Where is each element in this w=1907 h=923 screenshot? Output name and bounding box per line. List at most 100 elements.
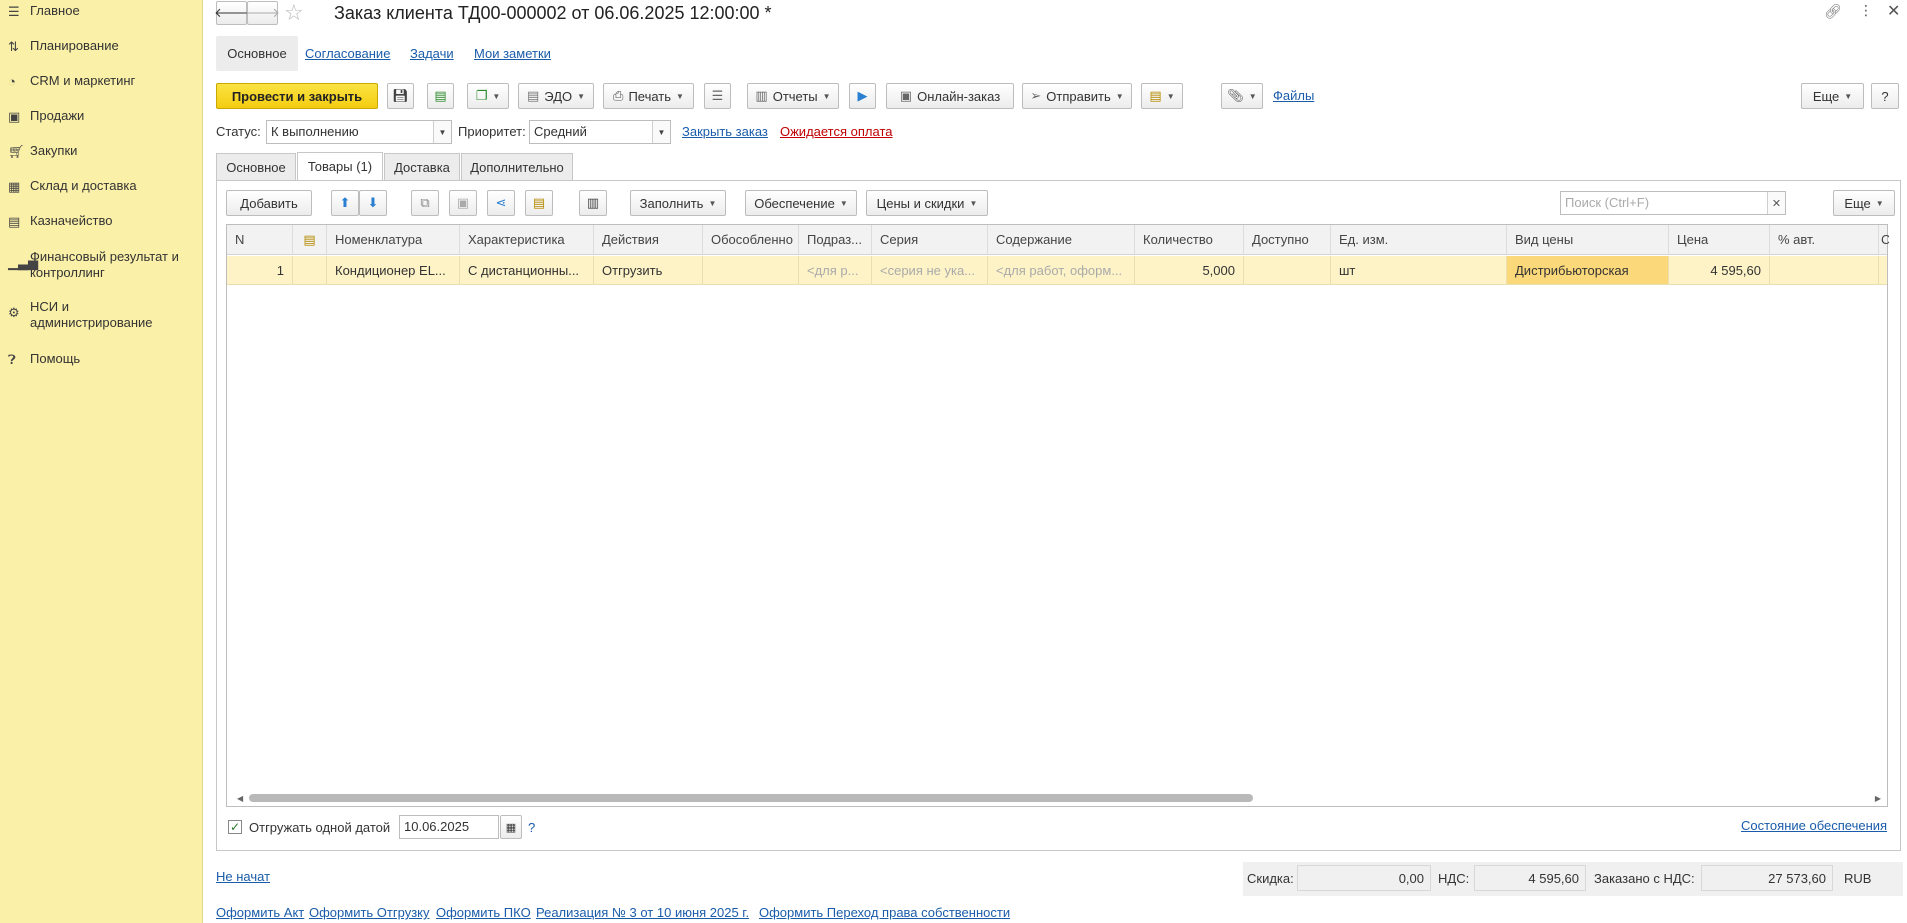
barcode-button[interactable]: ▥ — [579, 190, 607, 216]
sidebar-item-finance[interactable]: ▁▃▅ Финансовый результат и контроллинг — [0, 249, 200, 281]
attachments-button[interactable]: 📎︎ ▼ — [1221, 83, 1263, 109]
cell-content[interactable]: <для работ, оформ... — [988, 256, 1135, 284]
cell-icon[interactable] — [293, 256, 327, 284]
scrollbar-thumb[interactable] — [249, 794, 1253, 802]
move-down-button[interactable]: ⬇ — [359, 190, 387, 216]
more-vertical-icon[interactable]: ⋮ — [1859, 2, 1873, 19]
sidebar-item-treasury[interactable]: ▤ Казначейство — [0, 213, 120, 230]
tab-extra[interactable]: Дополнительно — [461, 153, 573, 180]
ship-date-help[interactable]: ? — [528, 820, 535, 835]
sidebar-item-nsi[interactable]: ⚙ НСИ и администрирование — [0, 299, 200, 331]
column-header[interactable]: Номенклатура — [327, 225, 460, 254]
favorite-star-icon[interactable]: ☆ — [284, 0, 304, 26]
chevron-down-icon[interactable]: ▼ — [433, 121, 451, 143]
sidebar-item-crm[interactable]: ◔ CRM и маркетинг — [0, 73, 143, 89]
column-header[interactable]: С — [1879, 225, 1889, 254]
sidebar-item-warehouse[interactable]: ▦ Склад и доставка — [0, 178, 145, 195]
column-header[interactable]: N — [227, 225, 293, 254]
awaiting-payment-link[interactable]: Ожидается оплата — [780, 124, 892, 139]
tab-delivery[interactable]: Доставка — [384, 153, 460, 180]
paste-button[interactable]: ▣ — [449, 190, 477, 216]
forward-button[interactable]: 🡒 — [245, 1, 280, 25]
column-header[interactable]: Доступно — [1244, 225, 1331, 254]
cell-series[interactable]: <серия не ука... — [872, 256, 988, 284]
add-button[interactable]: Добавить — [226, 190, 312, 216]
create-based-on-button[interactable]: ❐ ▼ — [467, 83, 509, 109]
reports-button[interactable]: ▥ Отчеты ▼ — [747, 83, 839, 109]
cell-quantity[interactable]: 5,000 — [1135, 256, 1244, 284]
column-header[interactable]: Содержание — [988, 225, 1135, 254]
sidebar-item-purchases[interactable]: 🛒︎ Закупки — [0, 143, 85, 160]
clear-search-icon[interactable]: ✕ — [1767, 192, 1785, 214]
cell-separate[interactable] — [703, 256, 799, 284]
sidebar-item-help[interactable]: ❓︎ Помощь — [0, 351, 88, 368]
priority-select[interactable]: Средний ▼ — [529, 120, 671, 144]
cell-price-type[interactable]: Дистрибьюторская — [1507, 256, 1669, 284]
scroll-right-icon[interactable]: ▶ — [1875, 794, 1881, 803]
tab-goods[interactable]: Товары (1) — [297, 152, 383, 180]
save-button[interactable]: 💾︎ — [387, 83, 414, 109]
copy-button[interactable]: ⧉ — [411, 190, 439, 216]
more-button[interactable]: Еще ▼ — [1801, 83, 1864, 109]
realization-link[interactable]: Реализация № 3 от 10 июня 2025 г. — [536, 905, 749, 920]
cell-nomenclature[interactable]: Кондиционер EL... — [327, 256, 460, 284]
close-order-link[interactable]: Закрыть заказ — [682, 124, 768, 139]
post-button[interactable]: ▤ — [427, 83, 454, 109]
nav-tab-notes[interactable]: Мои заметки — [474, 46, 551, 61]
column-header[interactable]: Цена — [1669, 225, 1770, 254]
online-order-button[interactable]: ▣ Онлайн-заказ — [886, 83, 1014, 109]
grid-more-button[interactable]: Еще ▼ — [1833, 190, 1895, 216]
calendar-button[interactable]: ▦ — [500, 815, 522, 839]
back-button[interactable]: 🡐 — [214, 1, 249, 25]
column-header[interactable]: Обособленно — [703, 225, 799, 254]
horizontal-scrollbar[interactable] — [237, 794, 1877, 802]
make-pko-link[interactable]: Оформить ПКО — [436, 905, 531, 920]
attach-doc-button[interactable]: ▤ ▼ — [1141, 83, 1183, 109]
cell-division[interactable]: <для р... — [799, 256, 872, 284]
column-header[interactable]: Действия — [594, 225, 703, 254]
help-button[interactable]: ? — [1871, 83, 1899, 109]
post-and-close-button[interactable]: Провести и закрыть — [216, 83, 378, 109]
nav-tab-tasks[interactable]: Задачи — [410, 46, 454, 61]
selection-button[interactable]: ▤ — [525, 190, 553, 216]
cell-price[interactable]: 4 595,60 — [1669, 256, 1770, 284]
status-select[interactable]: К выполнению ▼ — [266, 120, 452, 144]
sidebar-item-planning[interactable]: ⇅ Планирование — [0, 38, 127, 55]
prices-discounts-button[interactable]: Цены и скидки ▼ — [866, 190, 988, 216]
run-button[interactable]: ▶ — [849, 83, 876, 109]
column-header-icon[interactable]: ▤ — [293, 225, 327, 254]
send-button[interactable]: ➢ Отправить ▼ — [1022, 83, 1132, 109]
search-input[interactable]: Поиск (Ctrl+F) ✕ — [1560, 191, 1786, 215]
column-header[interactable]: Подраз... — [799, 225, 872, 254]
ownership-transfer-link[interactable]: Оформить Переход права собственности — [759, 905, 1010, 920]
nav-tab-approval[interactable]: Согласование — [305, 46, 390, 61]
document-structure-button[interactable]: ☰ — [704, 83, 731, 109]
column-header[interactable]: % авт. — [1770, 225, 1879, 254]
cell-n[interactable]: 1 — [227, 256, 293, 284]
cell-extra[interactable] — [1879, 256, 1895, 284]
make-act-link[interactable]: Оформить Акт — [216, 905, 304, 920]
fill-button[interactable]: Заполнить ▼ — [630, 190, 726, 216]
move-up-button[interactable]: ⬆ — [331, 190, 359, 216]
ship-one-date-checkbox[interactable]: ✓ — [228, 820, 242, 834]
close-icon[interactable]: ✕ — [1887, 1, 1900, 21]
files-link[interactable]: Файлы — [1273, 88, 1314, 103]
edo-button[interactable]: ▤ ЭДО ▼ — [518, 83, 594, 109]
tab-main[interactable]: Основное — [216, 153, 296, 180]
ship-date-input[interactable]: 10.06.2025 — [399, 815, 499, 839]
cell-unit[interactable]: шт — [1331, 256, 1507, 284]
column-header[interactable]: Вид цены — [1507, 225, 1669, 254]
column-header[interactable]: Характеристика — [460, 225, 594, 254]
sidebar-item-sales[interactable]: ▣ Продажи — [0, 108, 92, 125]
make-shipment-link[interactable]: Оформить Отгрузку — [309, 905, 430, 920]
cell-auto-percent[interactable] — [1770, 256, 1879, 284]
cell-action[interactable]: Отгрузить — [594, 256, 703, 284]
not-started-link[interactable]: Не начат — [216, 869, 270, 884]
supply-button[interactable]: Обеспечение ▼ — [745, 190, 857, 216]
print-button[interactable]: ⎙ Печать ▼ — [603, 83, 694, 109]
column-header[interactable]: Ед. изм. — [1331, 225, 1507, 254]
link-icon[interactable]: 🔗︎ — [1824, 3, 1842, 20]
sidebar-item-main[interactable]: ☰ Главное — [0, 3, 88, 20]
supply-state-link[interactable]: Состояние обеспечения — [1741, 818, 1887, 833]
chevron-down-icon[interactable]: ▼ — [652, 121, 670, 143]
